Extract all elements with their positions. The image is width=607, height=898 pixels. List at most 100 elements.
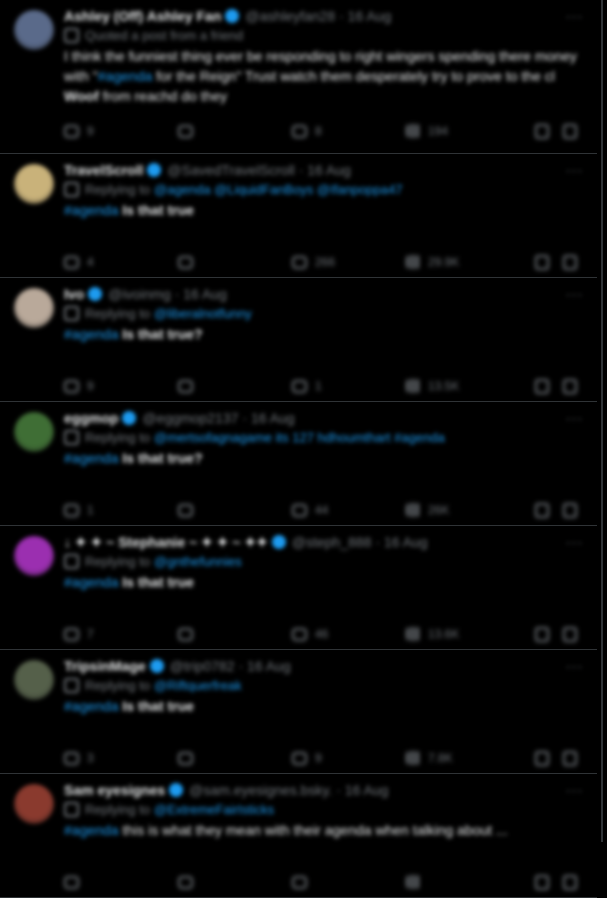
display-name[interactable]: ↓ ✦ ✦ ~ Stephanie ~ ✦ ✦ ~ ✦✦ — [64, 534, 268, 550]
bookmark-icon[interactable] — [535, 123, 549, 139]
user-handle[interactable]: @ashleyfan28 — [245, 8, 335, 24]
hashtag-link[interactable]: #agenda — [64, 574, 119, 590]
user-handle[interactable]: @ivoinmg — [108, 286, 170, 302]
views-button[interactable] — [406, 875, 520, 889]
avatar[interactable] — [14, 660, 54, 700]
more-options-icon[interactable]: ··· — [566, 780, 583, 800]
bookmark-icon[interactable] — [535, 750, 549, 766]
reply-context-link[interactable]: @Riftquerfreak — [154, 678, 242, 693]
more-options-icon[interactable]: ··· — [566, 160, 583, 180]
reply-context-link[interactable]: @gnthefunnies — [154, 554, 242, 569]
like-button[interactable]: 44 — [292, 503, 406, 517]
reply-context-link[interactable]: @mertsofagnagame its 127 hdhoumthart #ag… — [154, 430, 445, 445]
tweet-actions: 1 44 26K — [64, 500, 577, 520]
display-name[interactable]: Ivo — [64, 286, 84, 302]
views-button[interactable]: 29.9K — [406, 255, 520, 269]
more-options-icon[interactable]: ··· — [566, 656, 583, 676]
reply-context-link[interactable]: @agenda @LiquidFanBoys @Ifanpoppa47 — [154, 182, 403, 197]
share-icon[interactable] — [563, 626, 577, 642]
tweet[interactable]: Sam eyesignes @sam.eyesignes.bsky. · 16 Au… — [0, 774, 597, 898]
views-button[interactable]: 7.8K — [406, 751, 520, 765]
like-button[interactable]: 46 — [292, 627, 406, 641]
bookmark-icon[interactable] — [535, 874, 549, 890]
display-name[interactable]: eggmop — [64, 410, 118, 426]
reply-context-link[interactable]: @ExtremeFairIsticks — [154, 802, 274, 817]
more-options-icon[interactable]: ··· — [566, 408, 583, 428]
share-icon[interactable] — [563, 502, 577, 518]
views-button[interactable]: 13.6K — [406, 627, 520, 641]
scrollbar-track[interactable] — [601, 0, 603, 842]
reply-button[interactable] — [64, 875, 178, 889]
hashtag-link[interactable]: #agenda — [64, 450, 119, 466]
display-name[interactable]: Ashley (Off) Ashley Fan — [64, 8, 221, 24]
display-name[interactable]: TravelScroll — [64, 162, 143, 178]
hashtag-link[interactable]: #agenda — [64, 202, 119, 218]
timestamp[interactable]: · 16 Aug — [299, 162, 351, 178]
timestamp[interactable]: · 16 Aug — [239, 658, 291, 674]
reply-button[interactable]: 4 — [64, 255, 178, 269]
share-icon[interactable] — [563, 874, 577, 890]
bookmark-icon[interactable] — [535, 254, 549, 270]
avatar[interactable] — [14, 536, 54, 576]
share-icon[interactable] — [563, 123, 577, 139]
repost-button[interactable] — [178, 379, 292, 393]
hashtag-link[interactable]: #agenda — [64, 822, 119, 838]
tweet[interactable]: Ashley (Off) Ashley Fan @ashleyfan28 · 16 … — [0, 0, 597, 154]
tweet[interactable]: Ivo @ivoinmg · 16 Aug ··· Replying to @libe… — [0, 278, 597, 402]
tweet[interactable]: eggmop @eggmop2137 · 16 Aug ··· Replying t… — [0, 402, 597, 526]
reply-button[interactable]: 9 — [64, 124, 178, 138]
tweet[interactable]: TravelScroll @SavedTravelScroll · 16 Aug ·… — [0, 154, 597, 278]
share-icon[interactable] — [563, 378, 577, 394]
share-icon[interactable] — [563, 750, 577, 766]
like-button[interactable]: 266 — [292, 255, 406, 269]
repost-button[interactable] — [178, 124, 292, 138]
avatar[interactable] — [14, 288, 54, 328]
scrollbar[interactable] — [597, 0, 607, 842]
avatar[interactable] — [14, 784, 54, 824]
timestamp[interactable]: · 16 Aug — [339, 8, 391, 24]
avatar[interactable] — [14, 412, 54, 452]
views-button[interactable]: 13.5K — [406, 379, 520, 393]
timestamp[interactable]: · 16 Aug — [336, 782, 388, 798]
timestamp[interactable]: · 16 Aug — [242, 410, 294, 426]
display-name[interactable]: Sam eyesignes — [64, 782, 165, 798]
reply-button[interactable]: 1 — [64, 503, 178, 517]
user-handle[interactable]: @steph_888 — [292, 534, 372, 550]
like-button[interactable]: 1 — [292, 379, 406, 393]
bookmark-icon[interactable] — [535, 502, 549, 518]
views-button[interactable]: 26K — [406, 503, 520, 517]
user-handle[interactable]: @eggmop2137 — [142, 410, 238, 426]
more-options-icon[interactable]: ··· — [566, 532, 583, 552]
hashtag-link[interactable]: #agenda — [64, 698, 119, 714]
share-icon[interactable] — [563, 254, 577, 270]
more-options-icon[interactable]: ··· — [566, 284, 583, 304]
tweet[interactable]: ↓ ✦ ✦ ~ Stephanie ~ ✦ ✦ ~ ✦✦ @steph_888 · … — [0, 526, 597, 650]
user-handle[interactable]: @trip0782 — [170, 658, 235, 674]
user-handle[interactable]: @SavedTravelScroll — [167, 162, 294, 178]
user-handle[interactable]: @sam.eyesignes.bsky. — [189, 782, 332, 798]
reply-button[interactable]: 9 — [64, 379, 178, 393]
like-button[interactable]: 8 — [292, 124, 406, 138]
reply-button[interactable]: 3 — [64, 751, 178, 765]
more-options-icon[interactable]: ··· — [566, 6, 583, 26]
repost-button[interactable] — [178, 875, 292, 889]
like-button[interactable] — [292, 875, 406, 889]
tweet[interactable]: TripsinMage @trip0782 · 16 Aug ··· Replyin… — [0, 650, 597, 774]
timestamp[interactable]: · 16 Aug — [375, 534, 427, 550]
repost-button[interactable] — [178, 751, 292, 765]
bookmark-icon[interactable] — [535, 378, 549, 394]
repost-button[interactable] — [178, 503, 292, 517]
hashtag-link[interactable]: #agenda — [98, 68, 153, 84]
avatar[interactable] — [14, 164, 54, 204]
hashtag-link[interactable]: #agenda — [64, 326, 119, 342]
timestamp[interactable]: · 16 Aug — [175, 286, 227, 302]
repost-button[interactable] — [178, 627, 292, 641]
repost-button[interactable] — [178, 255, 292, 269]
views-button[interactable]: 194 — [406, 124, 520, 138]
display-name[interactable]: TripsinMage — [64, 658, 146, 674]
reply-button[interactable]: 7 — [64, 627, 178, 641]
like-button[interactable]: 9 — [292, 751, 406, 765]
avatar[interactable] — [14, 10, 54, 50]
bookmark-icon[interactable] — [535, 626, 549, 642]
reply-context-link[interactable]: @liberalnotfunny — [154, 306, 252, 321]
